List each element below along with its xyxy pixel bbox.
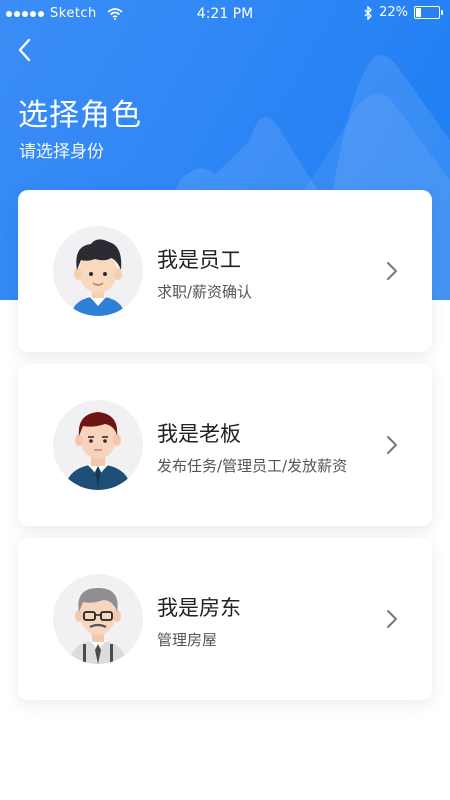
young-employee-avatar	[53, 226, 143, 316]
bluetooth-icon	[364, 5, 373, 20]
role-title: 我是房东	[157, 596, 241, 620]
battery-icon	[414, 6, 443, 19]
page-subtitle: 请选择身份	[19, 142, 104, 162]
role-card-boss[interactable]: 我是老板 发布任务/管理员工/发放薪资	[18, 364, 432, 526]
role-description: 管理房屋	[157, 631, 218, 649]
role-card-employee[interactable]: 我是员工 求职/薪资确认	[18, 190, 432, 352]
status-bar: Sketch 4:21 PM 22%	[0, 0, 450, 28]
role-description: 求职/薪资确认	[157, 283, 253, 301]
back-button[interactable]	[14, 36, 38, 64]
battery-percentage: 22%	[379, 5, 408, 20]
chevron-right-icon	[387, 262, 397, 280]
chevron-left-icon	[18, 38, 31, 62]
role-description: 发布任务/管理员工/发放薪资	[157, 457, 348, 475]
chevron-right-icon	[387, 610, 397, 628]
landlord-avatar	[53, 574, 143, 664]
boss-avatar	[53, 400, 143, 490]
role-title: 我是员工	[157, 248, 241, 272]
role-title: 我是老板	[157, 422, 241, 446]
chevron-right-icon	[387, 436, 397, 454]
page-title: 选择角色	[18, 98, 142, 133]
role-card-landlord[interactable]: 我是房东 管理房屋	[18, 538, 432, 700]
